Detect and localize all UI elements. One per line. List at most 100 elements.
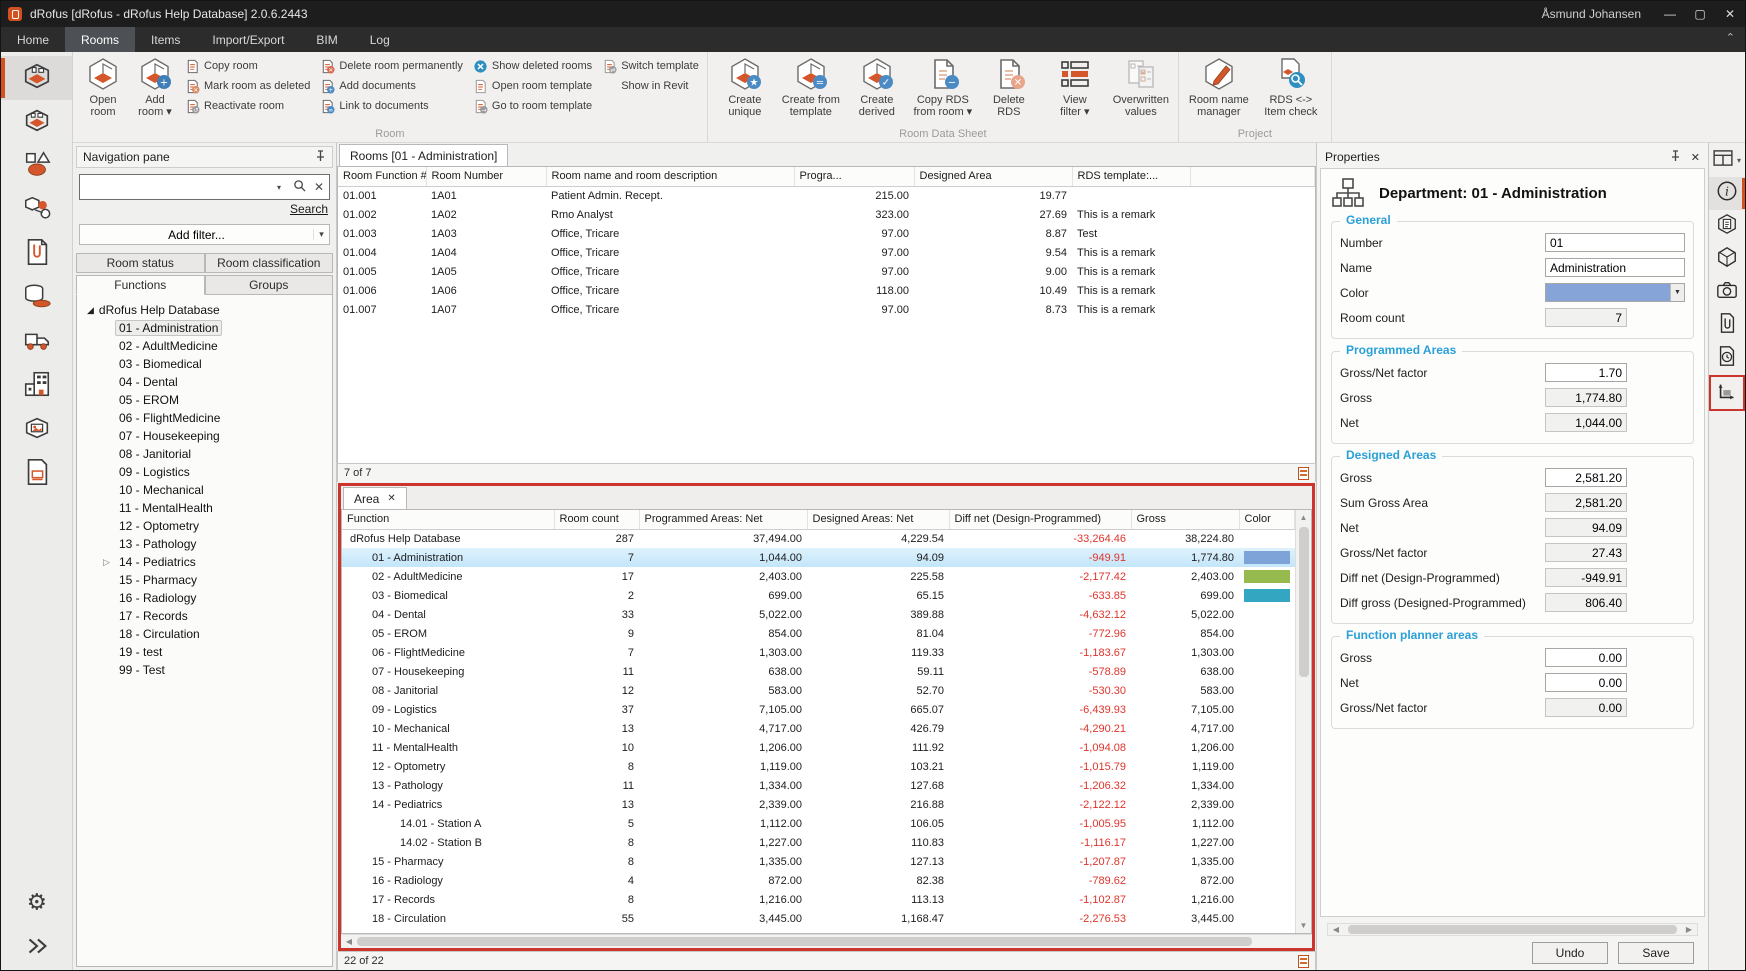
- room-row[interactable]: 01.0031A03Office, Tricare 97.008.87 Test: [338, 224, 1315, 243]
- room-row[interactable]: 01.0021A02Rmo Analyst 323.0027.69 This i…: [338, 205, 1315, 224]
- save-button[interactable]: Save: [1618, 942, 1694, 964]
- ribbon-big-button[interactable]: RDS <->Item check: [1255, 54, 1327, 126]
- col-rds-template[interactable]: RDS template:...: [1072, 167, 1190, 186]
- property-value-field[interactable]: 01: [1545, 233, 1685, 252]
- area-vertical-scrollbar[interactable]: ▲ ▼: [1295, 510, 1311, 933]
- ribbon-small-button[interactable]: ⇄Switch template: [598, 58, 703, 74]
- sidebar-item-logistics[interactable]: [1, 320, 72, 364]
- room-row[interactable]: 01.0051A05Office, Tricare 97.009.00 This…: [338, 262, 1315, 281]
- col-function[interactable]: Function: [342, 510, 554, 529]
- tab-data-sheets[interactable]: [1709, 210, 1745, 243]
- area-tab[interactable]: Area ✕: [343, 487, 407, 509]
- area-row[interactable]: 14 - Pediatrics 13 2,339.00 216.88 -2,12…: [342, 795, 1295, 814]
- area-row[interactable]: 07 - Housekeeping 11 638.00 59.11 -578.8…: [342, 662, 1295, 681]
- col-room-number[interactable]: Room Number: [426, 167, 546, 186]
- room-row[interactable]: 01.0041A04Office, Tricare 97.009.54 This…: [338, 243, 1315, 262]
- tree-item[interactable]: 13 - Pathology: [77, 535, 332, 553]
- room-row[interactable]: 01.0071A07Office, Tricare 97.008.73 This…: [338, 300, 1315, 319]
- ribbon-small-button[interactable]: →Go to room template: [469, 98, 596, 114]
- area-row[interactable]: 06 - FlightMedicine 7 1,303.00 119.33 -1…: [342, 643, 1295, 662]
- sidebar-item-systems[interactable]: [1, 188, 72, 232]
- property-value-field[interactable]: Administration: [1545, 258, 1685, 277]
- col-room-name[interactable]: Room name and room description: [546, 167, 794, 186]
- scrollbar-thumb[interactable]: [357, 937, 1252, 946]
- tab-model[interactable]: [1709, 243, 1745, 276]
- sidebar-item-items[interactable]: [1, 144, 72, 188]
- tree-item[interactable]: 17 - Records: [77, 607, 332, 625]
- report-icon[interactable]: [1298, 955, 1309, 968]
- area-row[interactable]: 11 - MentalHealth 10 1,206.00 111.92 -1,…: [342, 738, 1295, 757]
- chevron-down-icon[interactable]: ▼: [1670, 284, 1684, 301]
- sidebar-item-rooms[interactable]: [1, 56, 72, 100]
- area-row[interactable]: 09 - Logistics 37 7,105.00 665.07 -6,439…: [342, 700, 1295, 719]
- settings-button[interactable]: ⚙: [1, 882, 72, 926]
- tree-item[interactable]: 19 - test: [77, 643, 332, 661]
- scroll-left-icon[interactable]: ◀: [1328, 925, 1344, 934]
- close-button[interactable]: ✕: [1715, 1, 1745, 27]
- ribbon-small-button[interactable]: +Add documents: [316, 78, 467, 94]
- scroll-down-icon[interactable]: ▼: [1300, 918, 1308, 933]
- scrollbar-thumb[interactable]: [1299, 527, 1309, 677]
- area-row[interactable]: 15 - Pharmacy 8 1,335.00 127.13 -1,207.8…: [342, 852, 1295, 871]
- area-horizontal-scrollbar[interactable]: ◀: [341, 934, 1312, 948]
- property-value-field[interactable]: 1.70: [1545, 363, 1627, 382]
- ribbon-big-button[interactable]: + Addroom ▾: [129, 54, 181, 126]
- ribbon-big-button[interactable]: Room namemanager: [1183, 54, 1255, 126]
- tab-attachments[interactable]: [1709, 309, 1745, 342]
- tree-item[interactable]: 01 - Administration: [77, 319, 332, 337]
- tab-history[interactable]: [1709, 342, 1745, 375]
- add-filter-button[interactable]: Add filter... ▾: [79, 224, 330, 245]
- tree-item[interactable]: 04 - Dental: [77, 373, 332, 391]
- expand-sidebar-button[interactable]: [1, 926, 72, 970]
- ribbon-big-button[interactable]: Openroom: [77, 54, 129, 126]
- ribbon-small-button[interactable]: Show in Revit: [598, 78, 703, 94]
- ribbon-small-button[interactable]: Open room template: [469, 78, 596, 94]
- rooms-tab[interactable]: Rooms [01 - Administration]: [339, 144, 508, 166]
- pin-icon[interactable]: [315, 150, 326, 165]
- property-value-field[interactable]: 0.00: [1545, 648, 1627, 667]
- ribbon-big-button[interactable]: − Copy RDSfrom room ▾: [910, 54, 976, 126]
- tab-images[interactable]: [1709, 276, 1745, 309]
- tree-item[interactable]: 18 - Circulation: [77, 625, 332, 643]
- layout-icon[interactable]: [1713, 150, 1733, 171]
- property-value-field[interactable]: 2,581.20: [1545, 468, 1627, 487]
- tree-item[interactable]: 06 - FlightMedicine: [77, 409, 332, 427]
- menu-tab[interactable]: Log: [354, 27, 406, 52]
- tree-root[interactable]: ◢ dRofus Help Database: [77, 301, 332, 319]
- tree-item[interactable]: 05 - EROM: [77, 391, 332, 409]
- area-row[interactable]: 13 - Pathology 11 1,334.00 127.68 -1,206…: [342, 776, 1295, 795]
- area-row[interactable]: dRofus Help Database 287 37,494.00 4,229…: [342, 529, 1295, 548]
- menu-tab[interactable]: BIM: [300, 27, 353, 52]
- col-room-function[interactable]: Room Function #:: [338, 167, 426, 186]
- ribbon-small-button[interactable]: Copy room: [181, 58, 314, 74]
- scroll-left-icon[interactable]: ◀: [341, 937, 357, 946]
- area-row[interactable]: 16 - Radiology 4 872.00 82.38 -789.62 87…: [342, 871, 1295, 890]
- ribbon-big-button[interactable]: ✕ DeleteRDS: [976, 54, 1042, 126]
- area-row[interactable]: 05 - EROM 9 854.00 81.04 -772.96 854.00: [342, 624, 1295, 643]
- area-row[interactable]: 14.01 - Station A 5 1,112.00 106.05 -1,0…: [342, 814, 1295, 833]
- tab-info[interactable]: i: [1709, 177, 1745, 210]
- report-icon[interactable]: [1298, 467, 1309, 480]
- ribbon-big-button[interactable]: ✓ Createderived: [844, 54, 910, 126]
- col-designed-area[interactable]: Designed Area: [914, 167, 1072, 186]
- menu-tab[interactable]: Items: [135, 27, 196, 52]
- area-row[interactable]: 12 - Optometry 8 1,119.00 103.21 -1,015.…: [342, 757, 1295, 776]
- clear-search-icon[interactable]: ✕: [309, 180, 329, 194]
- scroll-up-icon[interactable]: ▲: [1300, 510, 1308, 525]
- expander-icon[interactable]: ▷: [103, 557, 110, 568]
- area-row[interactable]: 03 - Biomedical 2 699.00 65.15 -633.85 6…: [342, 586, 1295, 605]
- ribbon-small-button[interactable]: ✕Mark room as deleted: [181, 78, 314, 94]
- area-row[interactable]: 19 - test 1 0.00 0.00 0.00 0.00: [342, 928, 1295, 933]
- tree-item[interactable]: 11 - MentalHealth: [77, 499, 332, 517]
- property-value-field[interactable]: 0.00: [1545, 673, 1627, 692]
- nav-tab[interactable]: Functions: [76, 275, 205, 295]
- area-row[interactable]: 14.02 - Station B 8 1,227.00 110.83 -1,1…: [342, 833, 1295, 852]
- tree-item[interactable]: 09 - Logistics: [77, 463, 332, 481]
- scroll-right-icon[interactable]: ▶: [1681, 925, 1697, 934]
- collapse-ribbon-icon[interactable]: ⌃: [1726, 31, 1735, 44]
- ribbon-small-button[interactable]: Show deleted rooms: [469, 58, 596, 74]
- col-gross[interactable]: Gross: [1131, 510, 1239, 529]
- ribbon-big-button[interactable]: Viewfilter ▾: [1042, 54, 1108, 126]
- area-row[interactable]: 04 - Dental 33 5,022.00 389.88 -4,632.12…: [342, 605, 1295, 624]
- menu-tab[interactable]: Home: [1, 27, 65, 52]
